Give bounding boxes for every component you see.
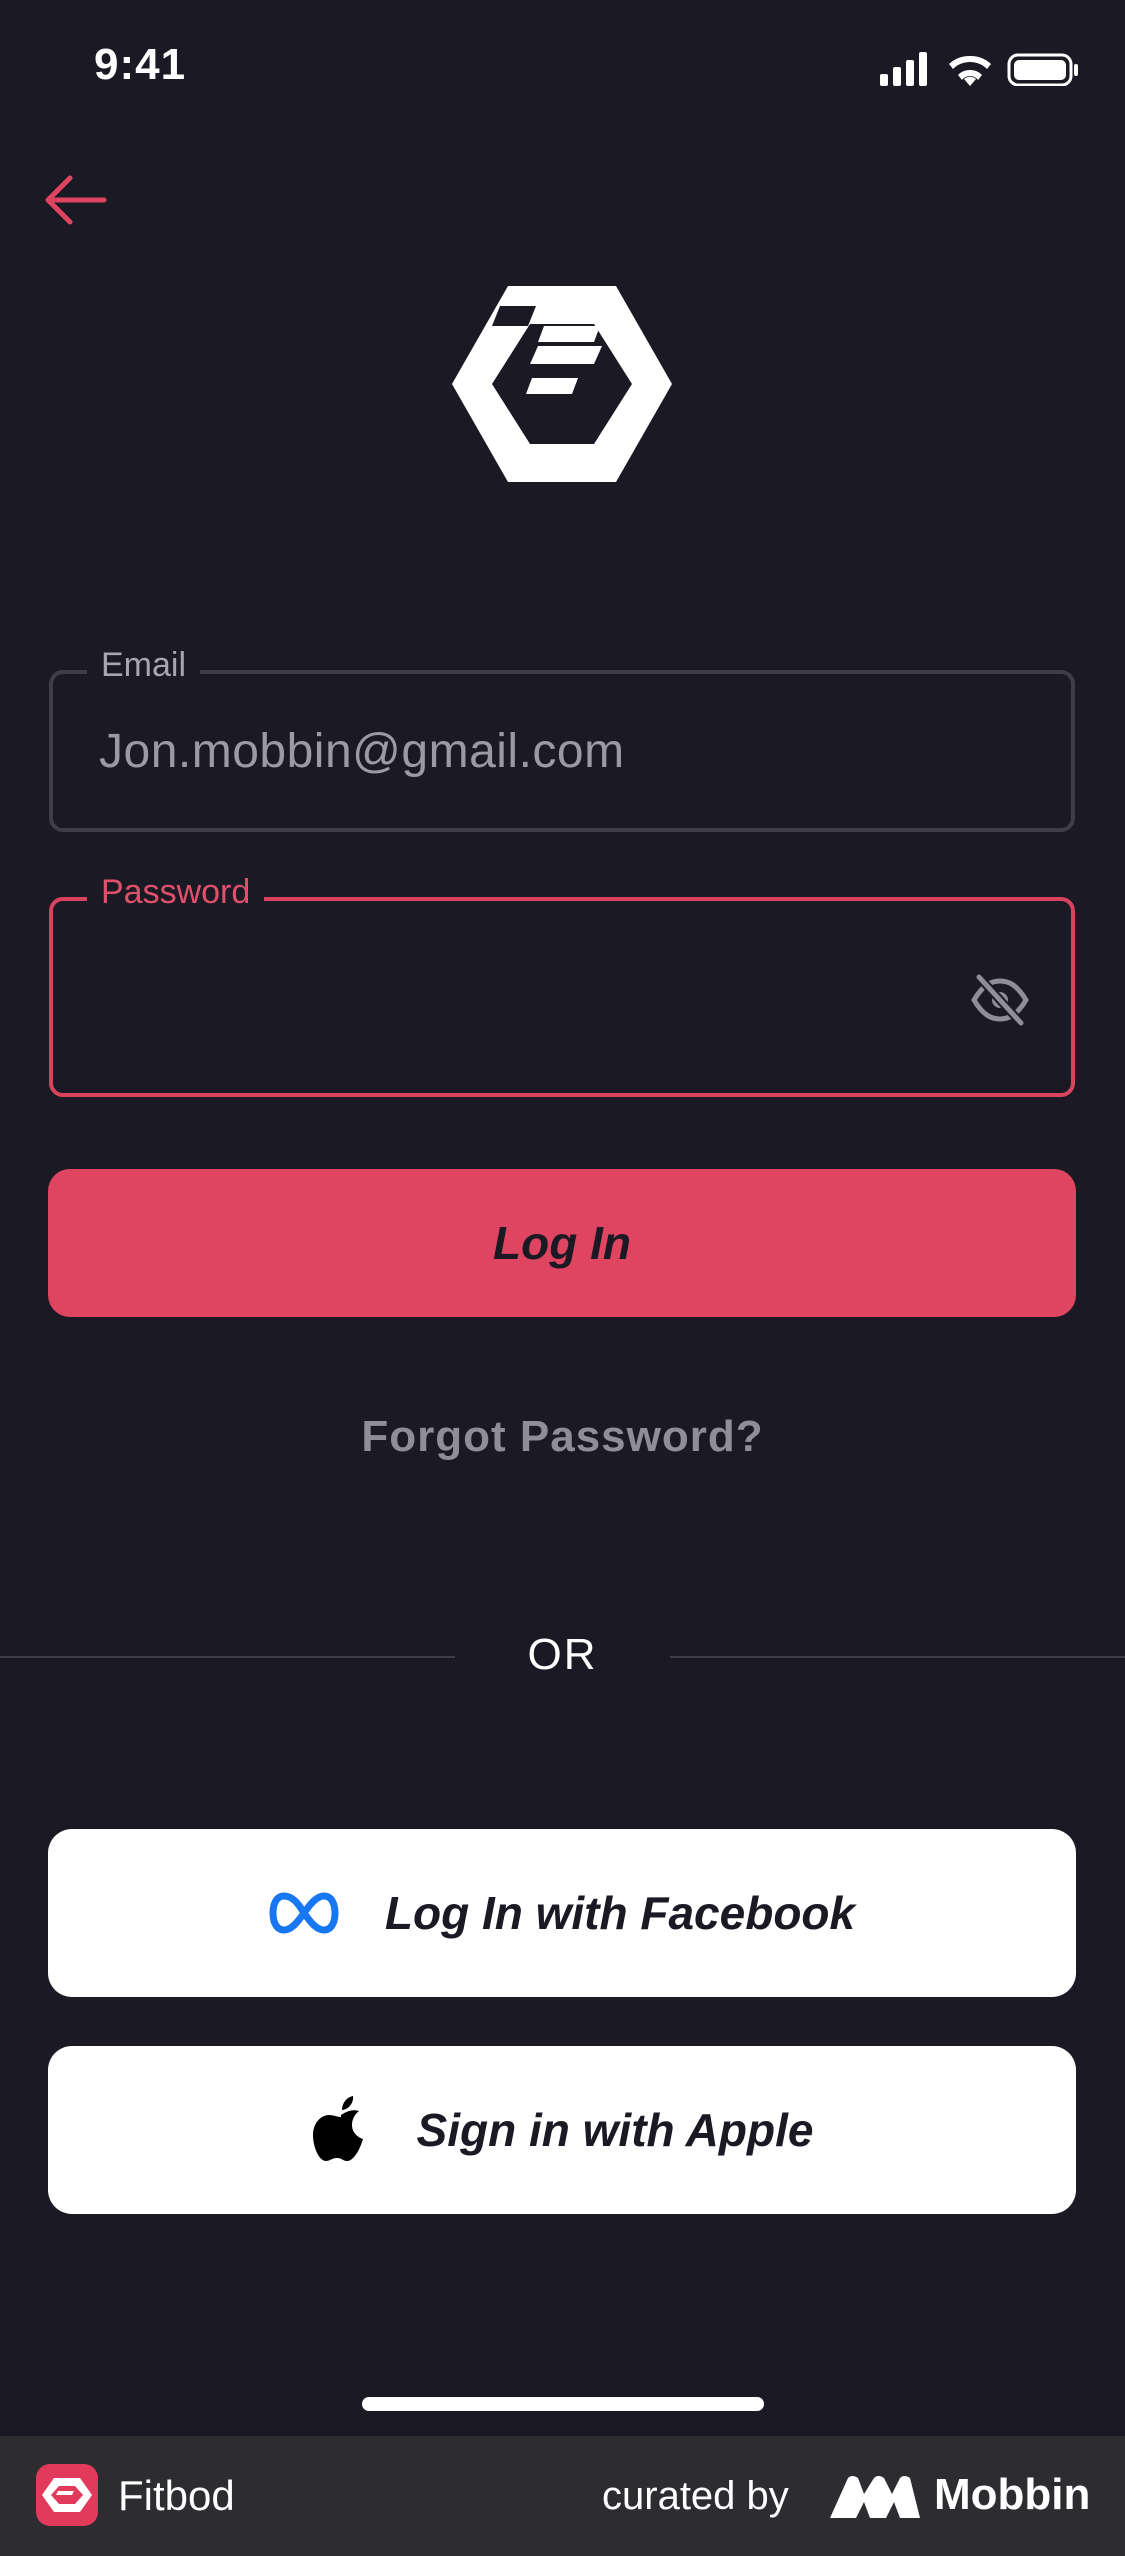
email-input[interactable]: Jon.mobbin@gmail.com (99, 724, 625, 779)
footer-curated-text: curated by (602, 2474, 789, 2518)
status-time: 9:41 (94, 40, 187, 89)
facebook-button-label: Log In with Facebook (384, 1887, 856, 1939)
facebook-login-button[interactable]: Log In with Facebook (48, 1829, 1076, 1997)
password-label: Password (87, 873, 265, 912)
signal-icon (880, 52, 927, 86)
divider-line-right (670, 1656, 1125, 1658)
login-button[interactable]: Log In (48, 1169, 1076, 1317)
email-label: Email (87, 646, 201, 685)
fitbod-logo (452, 286, 672, 482)
wifi-icon (949, 55, 991, 86)
apple-button-label: Sign in with Apple (416, 2104, 814, 2156)
email-field[interactable]: Email Jon.mobbin@gmail.com (49, 646, 1075, 832)
apple-icon (311, 2095, 371, 2165)
home-indicator (362, 2397, 764, 2411)
battery-icon (1007, 53, 1078, 86)
password-field[interactable]: Password (49, 873, 1075, 1097)
mobbin-logo-icon (830, 2476, 920, 2518)
divider-line-left (0, 1656, 455, 1658)
apple-login-button[interactable]: Sign in with Apple (48, 2046, 1076, 2214)
arrow-left-icon[interactable] (40, 165, 120, 235)
eye-off-icon[interactable] (971, 973, 1029, 1027)
divider-or-text: OR (527, 1630, 598, 1679)
status-icons (880, 52, 1078, 86)
fitbod-app-icon (36, 2464, 98, 2526)
footer-app-name: Fitbod (118, 2472, 235, 2519)
forgot-password-link[interactable]: Forgot Password? (0, 1412, 1125, 1462)
meta-icon (269, 1891, 339, 1935)
footer-brand-name: Mobbin (934, 2470, 1091, 2519)
